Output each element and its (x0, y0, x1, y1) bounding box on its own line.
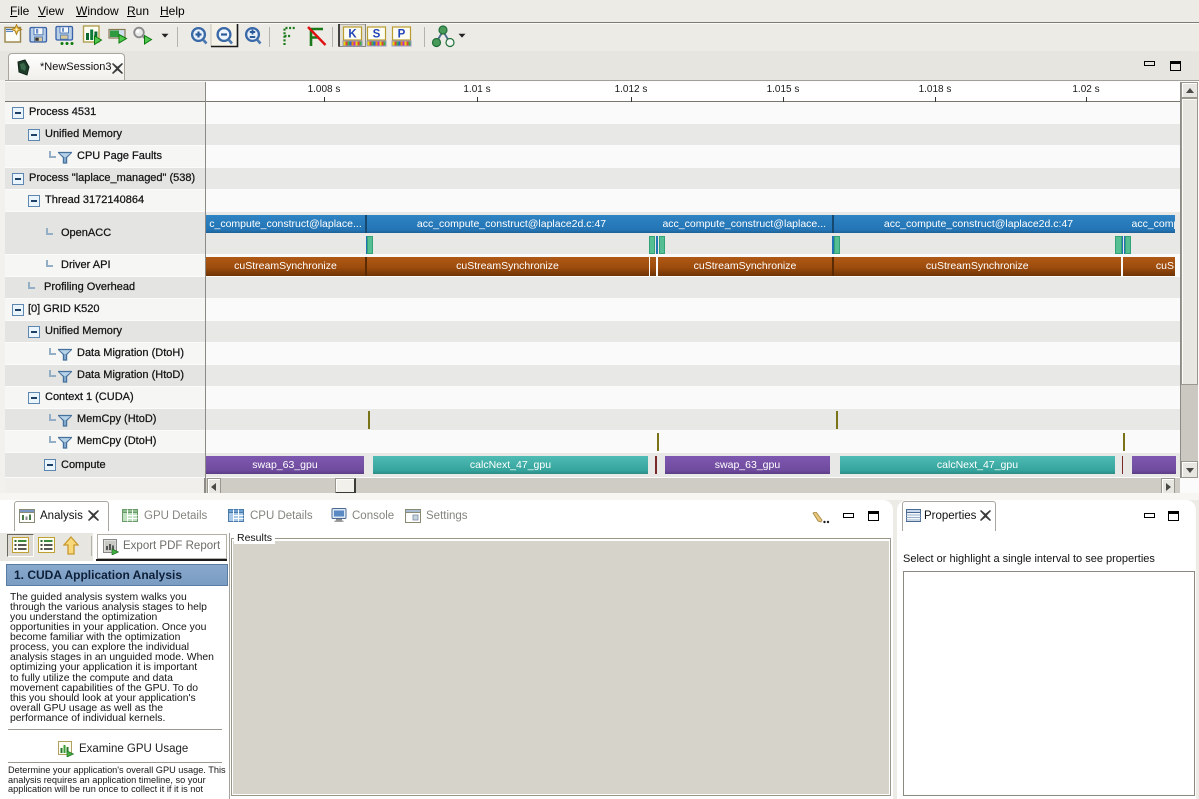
svg-text:S: S (373, 29, 381, 41)
svg-text:P: P (398, 29, 406, 41)
svg-text:K: K (348, 29, 357, 41)
